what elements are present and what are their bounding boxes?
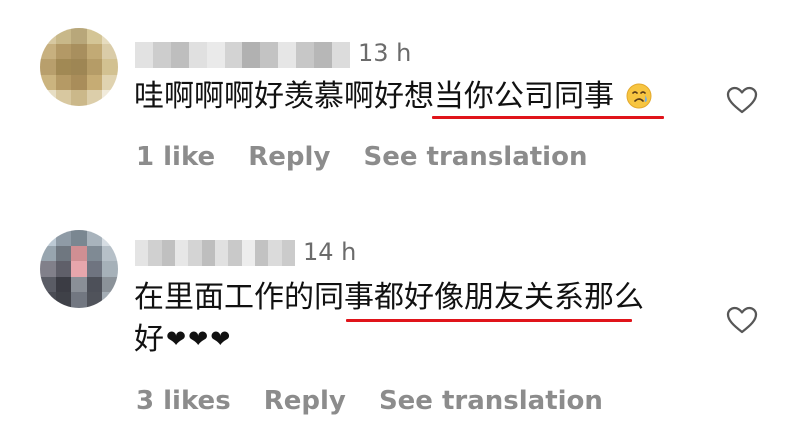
red-underline	[346, 319, 632, 322]
see-translation-button[interactable]: See translation	[379, 386, 603, 416]
hearts: ❤❤❤	[166, 325, 233, 353]
likes-count[interactable]: 1 like	[136, 142, 215, 172]
crying-face-icon	[626, 83, 652, 109]
comment: 14 h 在里面工作的同事都好像朋友关系那么 好❤❤❤ 3 likes Repl…	[0, 220, 800, 444]
avatar[interactable]	[40, 28, 118, 106]
likes-count[interactable]: 3 likes	[136, 386, 231, 416]
red-underline	[432, 116, 664, 119]
comment: 13 h 哇啊啊啊好羡慕啊好想当你公司同事 1 like Reply See t…	[0, 0, 800, 220]
reply-button[interactable]: Reply	[264, 386, 346, 416]
see-translation-button[interactable]: See translation	[363, 142, 587, 172]
comment-actions: 1 like Reply See translation	[136, 142, 611, 172]
comment-text-line-1: 在里面工作的同事都好像朋友关系那么	[134, 283, 644, 313]
comment-actions: 3 likes Reply See translation	[136, 386, 627, 416]
comment-text: 哇啊啊啊好羡慕啊好想当你公司同事	[134, 82, 653, 112]
comment-text-content-line-2: 好	[134, 322, 164, 357]
like-button[interactable]	[722, 302, 762, 338]
reply-button[interactable]: Reply	[248, 142, 330, 172]
timestamp: 14 h	[303, 238, 357, 266]
username[interactable]	[135, 42, 350, 68]
comment-text-content: 哇啊啊啊好羡慕啊好想当你公司同事	[134, 79, 614, 114]
heart-outline-icon	[726, 306, 758, 334]
comment-text-content-line-1: 在里面工作的同事都好像朋友关系那么	[134, 280, 644, 315]
heart-outline-icon	[726, 86, 758, 114]
avatar[interactable]	[40, 230, 118, 308]
username[interactable]	[135, 240, 295, 266]
comment-text-line-2: 好❤❤❤	[134, 325, 232, 355]
like-button[interactable]	[722, 82, 762, 118]
timestamp: 13 h	[358, 39, 412, 67]
